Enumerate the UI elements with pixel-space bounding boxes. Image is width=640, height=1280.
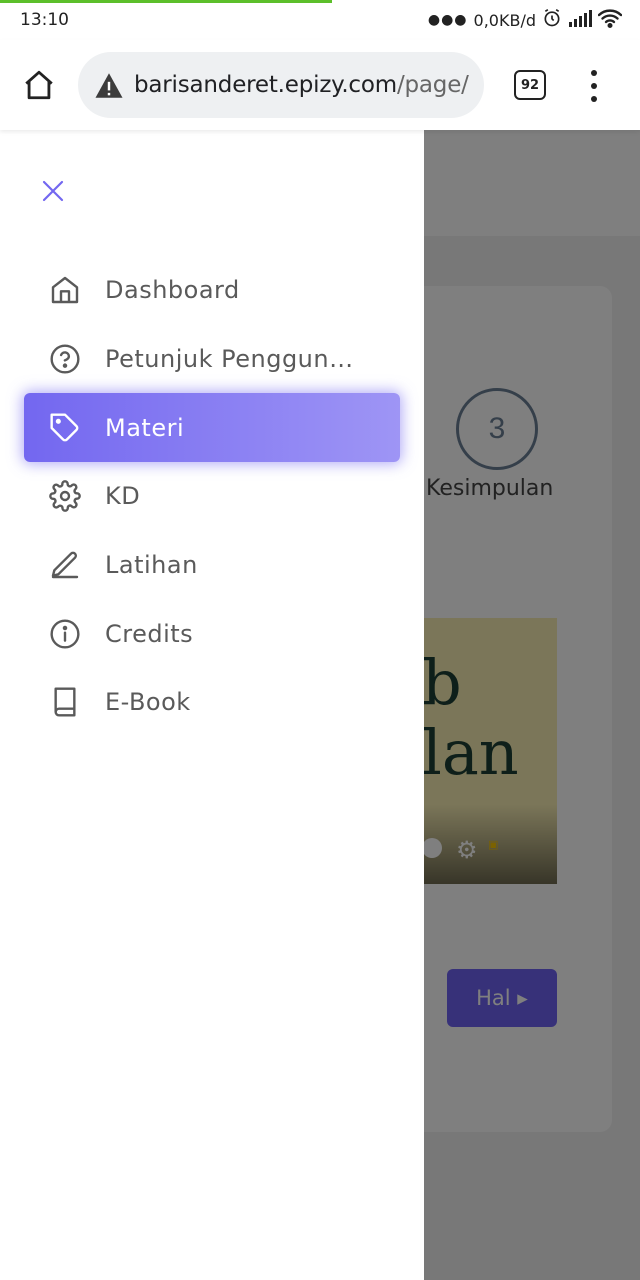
close-icon xyxy=(42,180,64,202)
drawer-nav-list: Dashboard Petunjuk Penggun… Materi KD La… xyxy=(24,256,400,737)
nav-label: Materi xyxy=(105,413,185,442)
nav-item-materi[interactable]: Materi xyxy=(24,393,400,463)
url-text: barisanderet.epizy.com/page/ xyxy=(134,72,469,98)
nav-item-e-book[interactable]: E-Book xyxy=(24,668,400,737)
ellipsis-icon: ●●● xyxy=(427,12,468,28)
edit-icon xyxy=(48,548,82,582)
tag-icon xyxy=(48,411,82,445)
browser-toolbar: barisanderet.epizy.com/page/ 92 xyxy=(0,40,640,130)
book-icon xyxy=(48,685,82,719)
network-speed: 0,0KB/d xyxy=(473,10,536,30)
nav-item-latihan[interactable]: Latihan xyxy=(24,531,400,600)
url-host: barisanderet.epizy.com xyxy=(134,72,397,98)
info-icon xyxy=(48,617,82,651)
status-time: 13:10 xyxy=(20,10,69,30)
nav-label: Latihan xyxy=(105,551,198,580)
home-icon xyxy=(48,273,82,307)
signal-icon xyxy=(568,9,592,31)
nav-label: E-Book xyxy=(105,688,191,717)
home-icon xyxy=(25,70,53,100)
nav-item-petunjuk-penggunaan[interactable]: Petunjuk Penggun… xyxy=(24,325,400,394)
tab-switcher-button[interactable]: 92 xyxy=(514,70,546,100)
nav-label: KD xyxy=(105,482,141,511)
nav-item-kd[interactable]: KD xyxy=(24,462,400,531)
close-drawer-button[interactable] xyxy=(36,174,70,208)
nav-item-dashboard[interactable]: Dashboard xyxy=(24,256,400,325)
browser-menu-button[interactable] xyxy=(580,66,608,106)
page-load-progress xyxy=(0,0,332,3)
home-button[interactable] xyxy=(18,64,60,106)
url-path: /page/ xyxy=(396,72,469,98)
nav-label: Petunjuk Penggun… xyxy=(105,345,354,374)
help-circle-icon xyxy=(48,342,82,376)
address-bar[interactable]: barisanderet.epizy.com/page/ xyxy=(78,52,484,118)
more-vert-icon xyxy=(591,70,597,76)
wifi-icon xyxy=(597,8,623,32)
alarm-icon xyxy=(542,8,562,32)
nav-label: Credits xyxy=(105,619,194,648)
warning-triangle-icon[interactable] xyxy=(94,72,124,99)
nav-label: Dashboard xyxy=(105,276,240,305)
settings-icon xyxy=(48,479,82,513)
navigation-drawer: Dashboard Petunjuk Penggun… Materi KD La… xyxy=(0,130,424,1280)
status-bar: 13:10 ●●● 0,0KB/d xyxy=(0,0,640,40)
nav-item-credits[interactable]: Credits xyxy=(24,599,400,668)
status-indicators: ●●● 0,0KB/d xyxy=(427,8,623,32)
